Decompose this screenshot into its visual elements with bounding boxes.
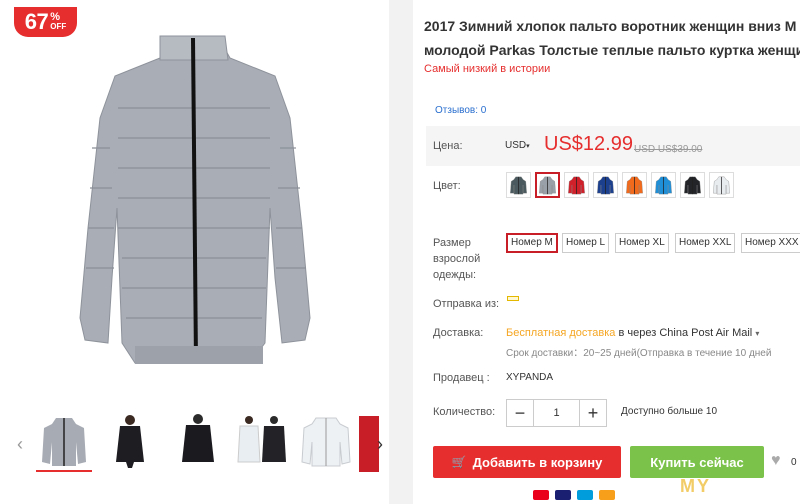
availability-text: Доступно больше 10 (621, 406, 718, 417)
thumbnail-couple[interactable] (234, 412, 290, 470)
size-option-xl[interactable]: Номер XL (615, 233, 669, 253)
free-shipping-text: Бесплатная доставка (506, 327, 616, 339)
color-label: Цвет: (433, 180, 461, 192)
color-swatch-gray-jacket[interactable] (535, 172, 560, 198)
watermark: MY (680, 476, 711, 496)
thumbnail-strip: ‹ › (0, 412, 389, 476)
product-gallery: 67 % OFF ‹ › (0, 0, 389, 504)
payment-icon-2 (599, 490, 615, 500)
delivery-method[interactable]: Бесплатная доставка в через China Post A… (506, 327, 759, 339)
ship-from-label: Отправка из: (433, 298, 500, 310)
size-option-m[interactable]: Номер M (506, 233, 558, 253)
payment-icon (577, 490, 593, 500)
color-swatch-white-jacket[interactable] (709, 172, 734, 198)
size-option-xxx[interactable]: Номер XXX (741, 233, 800, 253)
color-swatch-orange-jacket[interactable] (622, 172, 647, 198)
add-to-cart-label: Добавить в корзину (472, 454, 603, 470)
seller-label: Продавец : (433, 372, 490, 384)
size-option-xxl[interactable]: Номер XXL (675, 233, 736, 253)
color-swatch-red-jacket[interactable] (564, 172, 589, 198)
buy-now-button[interactable]: Купить сейчас (630, 446, 764, 478)
quantity-label: Количество: (433, 406, 496, 418)
quantity-decrease-button[interactable]: − (506, 399, 534, 427)
color-swatch-black-jacket[interactable] (680, 172, 705, 198)
price-row: Цена: USD▾ US$12.99 USD US$39.00 (426, 126, 800, 166)
thumbnail-woman-black[interactable] (104, 412, 160, 470)
currency-selector[interactable]: USD▾ (505, 140, 530, 151)
chevron-down-icon: ▾ (755, 329, 760, 338)
old-price: USD US$39.00 (634, 144, 703, 155)
thumbnail-gray-jacket[interactable] (36, 412, 92, 472)
reviews-link[interactable]: Отзывов: 0 (435, 105, 486, 116)
seller-name[interactable]: XYPANDA (506, 372, 553, 383)
product-details: 2017 Зимний хлопок пальто воротник женщи… (413, 0, 800, 504)
add-to-cart-button[interactable]: 🛒 Добавить в корзину (433, 446, 621, 478)
thumbnail-next-arrow[interactable]: › (370, 434, 390, 454)
discount-number: 67 (24, 9, 49, 34)
quantity-increase-button[interactable]: + (579, 399, 607, 427)
thumbnail-prev-arrow[interactable]: ‹ (10, 434, 30, 454)
ship-from-option[interactable] (507, 296, 519, 301)
current-price: US$12.99 (544, 133, 633, 155)
chevron-down-icon: ▾ (526, 143, 530, 150)
main-product-image[interactable] (70, 28, 320, 380)
delivery-time: Срок доставки：20~25 дней(Отправка в тече… (506, 348, 772, 359)
mastercard-icon (533, 490, 549, 500)
size-label: Размер взрослой одежды: (433, 237, 481, 281)
lowest-price-note: Самый низкий в истории (424, 63, 551, 75)
payment-methods (533, 490, 615, 500)
discount-percent: % OFF (50, 11, 67, 32)
size-option-l[interactable]: Номер L (562, 233, 610, 253)
discount-badge: 67 % OFF (14, 7, 77, 37)
quantity-input[interactable]: 1 (533, 399, 580, 427)
color-swatch-navy-jacket[interactable] (593, 172, 618, 198)
visa-icon (555, 490, 571, 500)
color-swatch-dark-jacket[interactable] (506, 172, 531, 198)
color-swatch-blue-jacket[interactable] (651, 172, 676, 198)
wishlist-count: 0 (791, 457, 797, 468)
delivery-label: Доставка: (433, 327, 484, 339)
thumbnail-white-jacket[interactable] (298, 412, 354, 470)
thumbnail-man-black[interactable] (170, 412, 226, 470)
cart-icon: 🛒 (451, 455, 467, 469)
product-title: 2017 Зимний хлопок пальто воротник женщи… (424, 18, 800, 58)
price-label: Цена: (433, 140, 463, 152)
wishlist-heart-icon[interactable]: ♥ (771, 452, 781, 470)
